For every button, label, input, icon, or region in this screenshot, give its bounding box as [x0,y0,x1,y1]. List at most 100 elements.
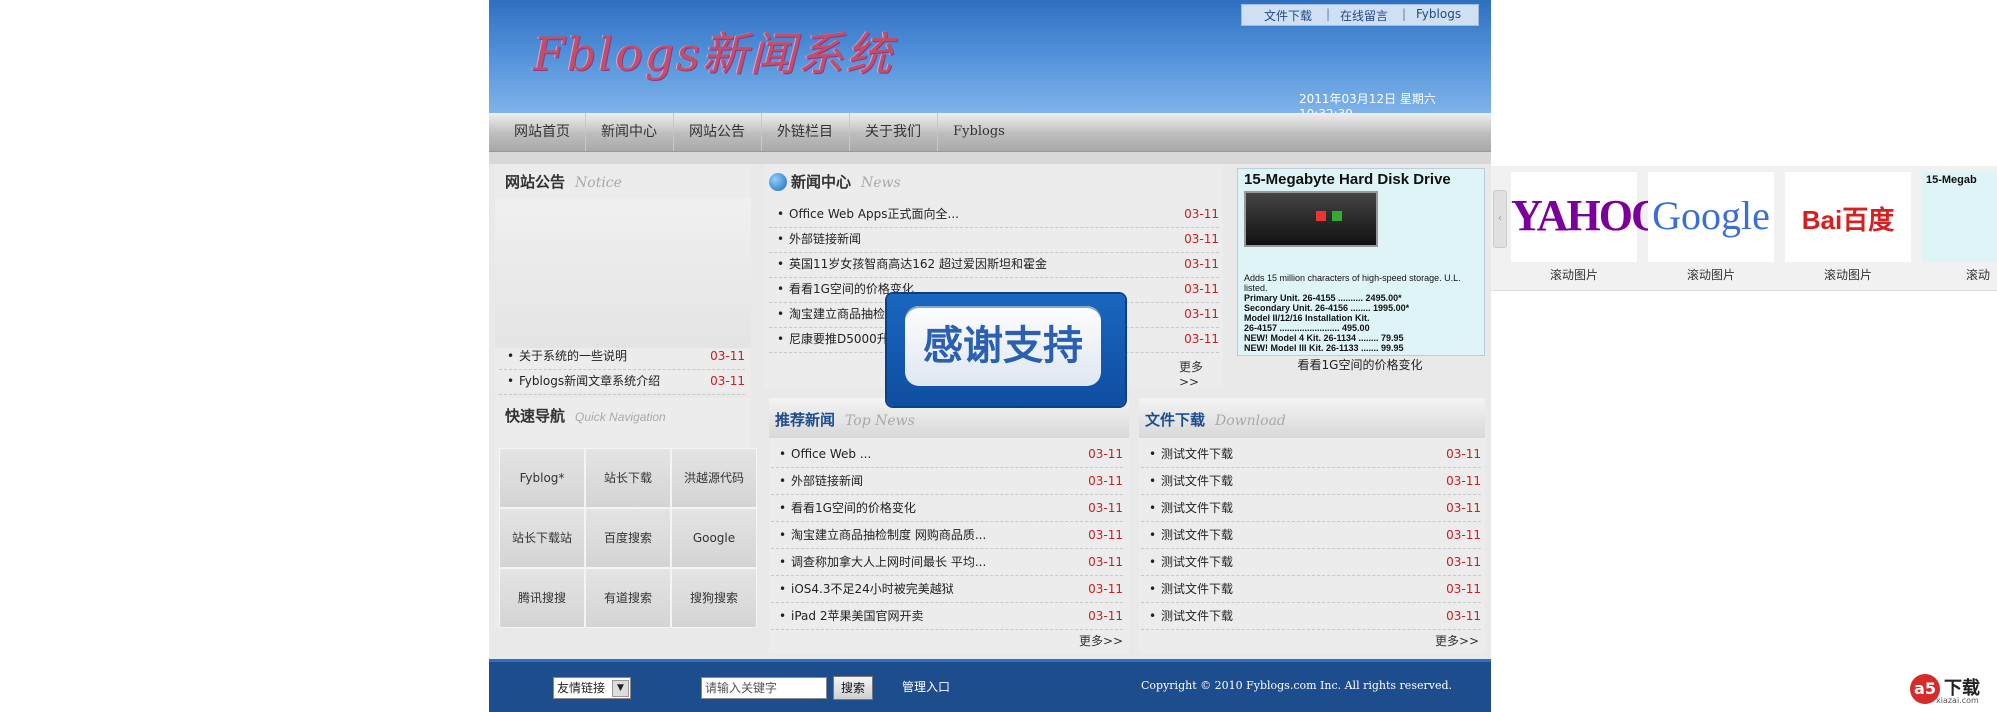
list-item[interactable]: • 测试文件下载 03-11 [1141,468,1481,495]
thanks-banner[interactable]: 感谢支持 [887,294,1125,406]
notice-title-cn: 网站公告 [505,173,566,191]
quick-link[interactable]: 站长下载 [585,448,671,508]
news-more-link[interactable]: 更多>> [1179,358,1223,389]
list-item[interactable]: • Fyblogs新闻文章系统介绍 03-11 [499,369,745,395]
download-title-cn: 文件下载 [1145,411,1206,429]
quick-link[interactable]: 有道搜索 [585,568,671,628]
featured-ad-body: Adds 15 million characters of high-speed… [1244,273,1461,353]
nav-item-about[interactable]: 关于我们 [849,113,938,151]
top-link-separator: | [1326,7,1331,21]
download-title: 文件下载 Download [1145,404,1286,436]
scroll-item[interactable]: YAHOO! 滚动图片 [1511,172,1678,283]
yahoo-logo: YAHOO! [1511,172,1678,262]
list-item[interactable]: • 关于系统的一些说明 03-11 [499,344,745,370]
friend-links-select[interactable]: 友情链接 ▼ [553,677,631,699]
search-input[interactable]: 请输入关键字 [701,677,827,699]
site-watermark: a5 下载 xiazai.com [1910,672,1994,706]
nav-item-notice[interactable]: 网站公告 [673,113,762,151]
list-item[interactable]: • 淘宝建立商品抽检制度 网购商品质... 03-11 [771,522,1123,549]
news-center-title-cn: 新闻中心 [791,173,852,191]
scroll-item[interactable]: 15-Megab 滚动 [1922,172,1997,283]
search-placeholder: 请输入关键字 [705,681,778,695]
scroll-item[interactable]: Bai百度 滚动图片 [1785,172,1911,283]
download-panel: 文件下载 Download • 测试文件下载 03-11 • 测试文件下载 03-11 •… [1139,398,1485,654]
scroll-item-caption: 滚动图片 [1686,268,1735,282]
disk-drive-picture [1244,191,1378,247]
list-item[interactable]: • 外部链接新闻 03-11 [769,227,1219,253]
scroll-left-arrow-icon[interactable]: ‹ [1493,190,1507,248]
download-title-en: Download [1215,413,1286,429]
scroll-item-caption: 滚动图片 [1549,268,1598,282]
top-link-fyblogs[interactable]: Fyblogs [1416,7,1461,21]
featured-caption[interactable]: 看看1G空间的价格变化 [1237,356,1483,373]
quick-link[interactable]: 站长下载站 [499,508,585,568]
list-item[interactable]: • 测试文件下载 03-11 [1141,603,1481,630]
featured-image[interactable]: 15-Megabyte Hard Disk Drive Adds 15 mill… [1237,168,1485,356]
quick-link[interactable]: Fyblog* [499,448,585,508]
drive-light-icon [1316,211,1326,221]
quick-nav-title-en: Quick Navigation [575,410,666,424]
quick-nav-title: 快速导航 Quick Navigation [505,400,666,432]
top-link-download[interactable]: 文件下载 [1264,7,1312,24]
google-logo: Google [1648,172,1774,262]
friend-links-label: 友情链接 [557,681,606,695]
admin-link[interactable]: 管理入口 [902,678,950,695]
list-item[interactable]: • 测试文件下载 03-11 [1141,522,1481,549]
notice-title: 网站公告 Notice [505,166,622,198]
site-footer: 友情链接 ▼ 请输入关键字 搜索 管理入口 Copyright © 2010 F… [489,659,1491,712]
list-item[interactable]: • 测试文件下载 03-11 [1141,441,1481,468]
quick-link[interactable]: Google [671,508,757,568]
list-item[interactable]: • 英国11岁女孩智商高达162 超过爱因斯坦和霍金 03-11 [769,252,1219,278]
notice-panel: 网站公告 Notice • 关于系统的一些说明 03-11 • Fyblogs新闻文章系… [495,164,751,395]
list-item[interactable]: • 测试文件下载 03-11 [1141,576,1481,603]
chevron-down-icon: ▼ [612,680,629,697]
download-more-link[interactable]: 更多>> [1435,632,1479,649]
copyright-text: Copyright © 2010 Fyblogs.com Inc. All ri… [1141,679,1452,692]
top-news-title-en: Top News [845,413,915,429]
search-button[interactable]: 搜索 [833,676,873,700]
top-link-guestbook[interactable]: 在线留言 [1340,7,1388,24]
notice-title-en: Notice [575,175,622,191]
top-news-title-cn: 推荐新闻 [775,411,836,429]
top-news-panel: 推荐新闻 Top News • Office Web ... 03-11 • 外部链接新… [769,398,1129,654]
nav-item-links[interactable]: 外链栏目 [761,113,850,151]
list-item[interactable]: • Office Web Apps正式面向全... 03-11 [769,202,1219,228]
list-item[interactable]: • 调查称加拿大人上网时间最长 平均... 03-11 [771,549,1123,576]
scroll-item-caption: 滚动图片 [1823,268,1872,282]
quick-link[interactable]: 搜狗搜索 [671,568,757,628]
notice-scroll-area [495,198,751,348]
nav-item-home[interactable]: 网站首页 [499,113,586,151]
featured-ad-heading: 15-Megabyte Hard Disk Drive [1244,171,1451,188]
site-logo[interactable]: Fblogs新闻系统 [533,18,894,84]
scroll-item-caption: 滚动 [1966,268,1991,282]
list-item[interactable]: • 看看1G空间的价格变化 03-11 [771,495,1123,522]
top-links-bar: 文件下载 | 在线留言 | Fyblogs [1241,4,1479,26]
list-item[interactable]: • 测试文件下载 03-11 [1141,549,1481,576]
quick-nav-title-cn: 快速导航 [505,407,566,425]
list-item[interactable]: • iPad 2苹果美国官网开卖 03-11 [771,603,1123,630]
main-nav: 网站首页 新闻中心 网站公告 外链栏目 关于我们 Fyblogs [489,113,1491,152]
news-center-title: 新闻中心 News [791,166,901,198]
disk-ad-thumbnail: 15-Megab [1922,172,1997,262]
nav-item-news[interactable]: 新闻中心 [585,113,674,151]
quick-link[interactable]: 洪越源代码 [671,448,757,508]
site-header: Fblogs新闻系统 文件下载 | 在线留言 | Fyblogs 2011年03… [489,0,1491,121]
thanks-text: 感谢支持 [905,306,1101,386]
list-item[interactable]: • iOS4.3不足24小时被完美越狱 03-11 [771,576,1123,603]
list-item[interactable]: • Office Web ... 03-11 [771,441,1123,468]
drive-light-icon [1332,211,1342,221]
quick-nav-panel: 快速导航 Quick Navigation Fyblog* 站长下载 洪越源代码 … [495,398,757,628]
nav-item-fyblogs[interactable]: Fyblogs [937,113,1021,151]
image-scroller: ‹ YAHOO! 滚动图片 Google 滚动图片 Bai百度 滚动图片 15-… [1491,166,1997,291]
nav-shadow [489,152,1491,164]
list-item[interactable]: • 外部链接新闻 03-11 [771,468,1123,495]
watermark-sub: xiazai.com [1936,696,1979,705]
list-item[interactable]: • 测试文件下载 03-11 [1141,495,1481,522]
baidu-logo: Bai百度 [1785,172,1911,262]
top-news-title: 推荐新闻 Top News [775,404,915,436]
quick-link[interactable]: 腾讯搜搜 [499,568,585,628]
top-news-more-link[interactable]: 更多>> [1079,632,1123,649]
scroll-item[interactable]: Google 滚动图片 [1648,172,1774,283]
globe-icon [769,173,787,191]
quick-link[interactable]: 百度搜索 [585,508,671,568]
